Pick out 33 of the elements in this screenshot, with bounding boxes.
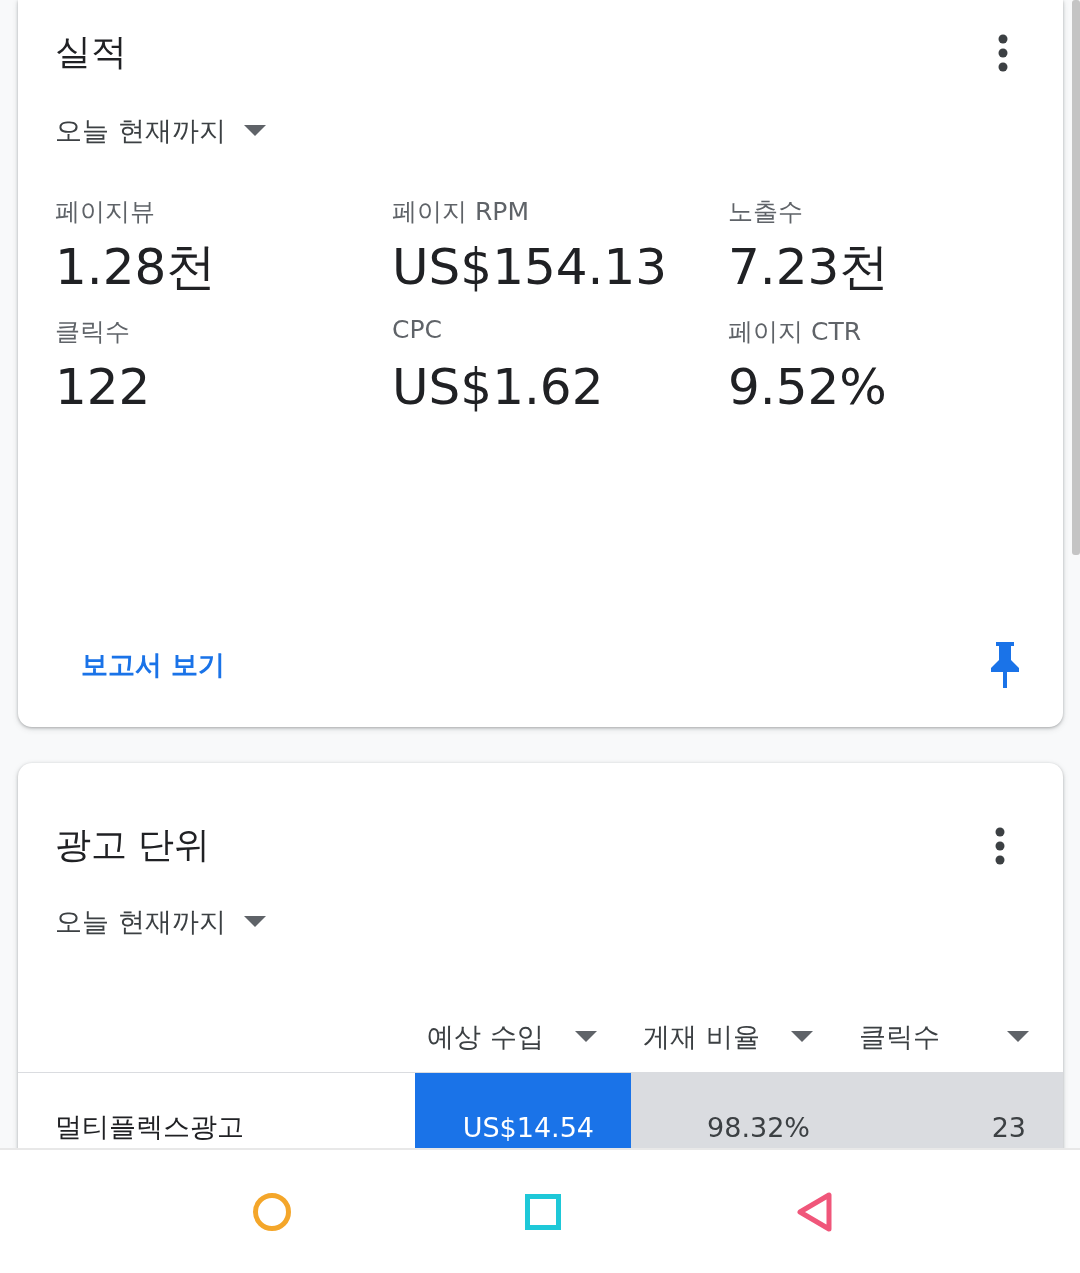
caret-icon — [791, 1031, 813, 1043]
metric-value: 7.23천 — [728, 237, 891, 298]
table-cell: 23 — [847, 1072, 1063, 1148]
caret-icon — [575, 1031, 597, 1043]
card-title: 광고 단위 — [55, 823, 211, 867]
report-link[interactable]: 보고서 보기 — [63, 639, 244, 691]
metric-value: 1.28천 — [55, 237, 218, 298]
metric-value: US$154.13 — [392, 237, 669, 298]
column-header[interactable]: 클릭수 — [847, 1019, 1063, 1055]
back-icon[interactable] — [795, 1190, 834, 1233]
metric-value: 122 — [55, 357, 152, 418]
caret-icon — [243, 916, 266, 928]
metric-label: 페이지 RPM — [392, 196, 530, 228]
caret-icon — [243, 125, 266, 137]
pin-icon[interactable] — [990, 642, 1020, 688]
column-header[interactable]: 게재 비율 — [631, 1019, 847, 1055]
metric-label: 클릭수 — [55, 316, 131, 348]
column-header[interactable]: 예상 수입 — [415, 1019, 631, 1055]
metric-label: 페이지뷰 — [55, 196, 156, 228]
table-cell: 98.32% — [631, 1072, 847, 1148]
date-range-dropdown[interactable]: 오늘 현재까지 — [55, 113, 1063, 149]
card-title: 실적 — [55, 30, 127, 74]
ad-unit-name: 멀티플렉스광고 — [18, 1072, 415, 1148]
metric-value: US$1.62 — [392, 357, 605, 418]
more-icon[interactable] — [998, 33, 1008, 72]
date-range-dropdown[interactable]: 오늘 현재까지 — [55, 904, 266, 940]
metric-label: 페이지 CTR — [728, 316, 863, 348]
table-cell: US$14.54 — [415, 1072, 631, 1148]
metric-value: 9.52% — [728, 357, 888, 418]
more-icon[interactable] — [995, 826, 1005, 865]
metric-label: CPC — [392, 315, 443, 346]
metric-label: 노출수 — [728, 196, 804, 228]
caret-icon — [1007, 1031, 1029, 1043]
